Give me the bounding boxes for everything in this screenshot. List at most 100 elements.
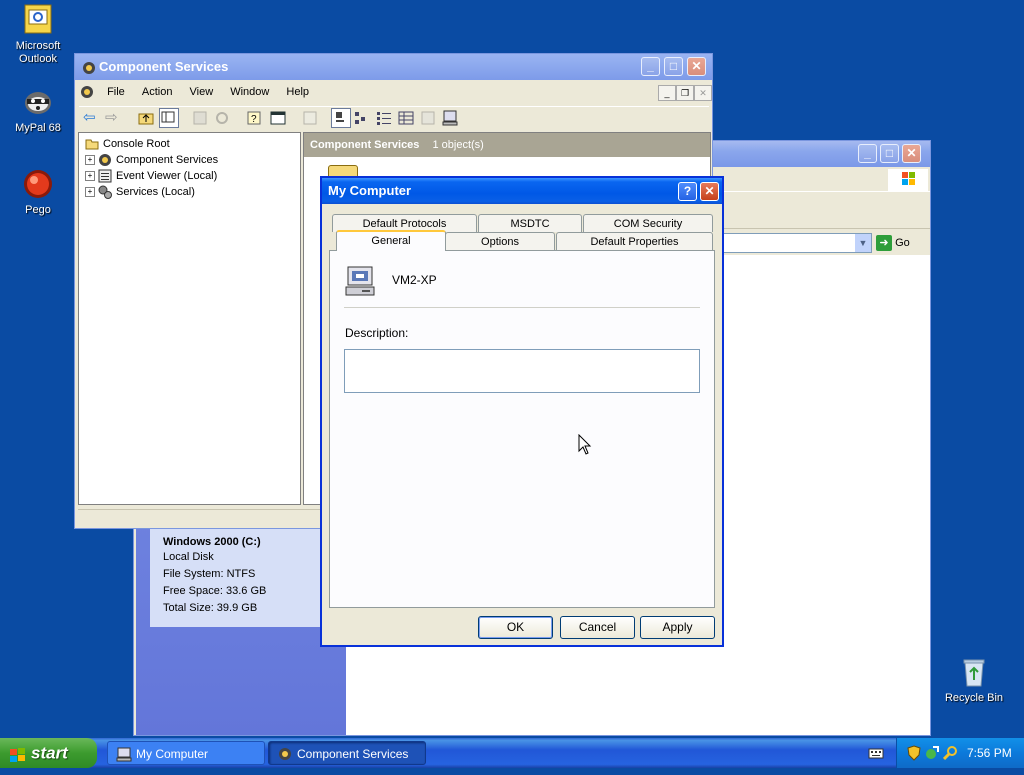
menu-window[interactable]: Window	[223, 82, 276, 102]
properties-disabled-icon[interactable]	[191, 109, 209, 127]
small-icons-view-icon[interactable]	[353, 109, 371, 127]
component-services-titlebar[interactable]: Component Services	[75, 54, 712, 80]
desktop-icon-recycle-bin[interactable]: Recycle Bin	[936, 656, 1012, 705]
gears-icon	[98, 185, 112, 200]
mdi-minimize-button[interactable]: _	[658, 85, 676, 101]
menu-help[interactable]: Help	[279, 82, 316, 102]
menu-file[interactable]: File	[100, 82, 132, 102]
close-button[interactable]: ✕	[687, 57, 706, 76]
component-services-icon	[277, 746, 293, 762]
help-topics-icon[interactable]: ?	[245, 109, 263, 127]
computer-icon[interactable]	[441, 109, 459, 127]
menu-action[interactable]: Action	[135, 82, 180, 102]
general-tab-page: VM2-XP Description:	[329, 250, 715, 608]
tree-item-services[interactable]: + Services (Local)	[85, 184, 195, 200]
desktop-icon-mypal[interactable]: MyPal 68	[0, 86, 76, 135]
desktop-icon-label: Microsoft	[15, 40, 61, 52]
ok-button[interactable]: OK	[478, 616, 553, 639]
raccoon-browser-icon	[22, 86, 54, 118]
drive-total-size: Total Size: 39.9 GB	[163, 602, 258, 614]
mdi-close-button[interactable]: ✕	[694, 85, 712, 101]
expand-icon[interactable]: +	[85, 155, 95, 166]
new-window-icon[interactable]	[269, 109, 287, 127]
tree-pane[interactable]: Console Root + Component Services + Event …	[78, 132, 301, 505]
apply-button[interactable]: Apply	[640, 616, 715, 639]
clock[interactable]: 7:56 PM	[967, 738, 1012, 768]
my-computer-properties-dialog[interactable]: My Computer ? ✕ Default Protocols MSDTC …	[320, 176, 724, 647]
close-button[interactable]: ✕	[902, 144, 921, 163]
drive-type: Local Disk	[163, 551, 214, 563]
tab-com-security[interactable]: COM Security	[583, 214, 713, 232]
dialog-titlebar[interactable]: My Computer	[322, 178, 722, 204]
pego-icon	[22, 168, 54, 200]
description-label: Description:	[345, 326, 409, 340]
mdi-controls: _ ❐ ✕	[658, 85, 712, 101]
desktop-icon-pego[interactable]: Pego	[0, 168, 76, 217]
svg-text:?: ?	[251, 114, 257, 125]
desktop-icon-label: Pego	[25, 204, 51, 216]
separator	[344, 307, 700, 308]
minimize-button[interactable]: _	[858, 144, 877, 163]
tree-item-component-services[interactable]: + Component Services	[85, 152, 218, 168]
address-bar[interactable]: ▼	[722, 233, 872, 253]
chevron-down-icon[interactable]: ▼	[855, 234, 871, 252]
desktop-icon-label: Outlook	[19, 53, 57, 65]
expand-icon[interactable]: +	[85, 171, 95, 182]
drive-name: Windows 2000 (C:)	[163, 536, 261, 548]
results-header: Component Services 1 object(s)	[304, 133, 710, 157]
drive-free-space: Free Space: 33.6 GB	[163, 585, 267, 597]
system-tray: 7:56 PM	[896, 738, 1024, 768]
help-button[interactable]: ?	[678, 182, 697, 201]
tab-default-properties[interactable]: Default Properties	[556, 232, 713, 250]
outlook-icon	[22, 4, 54, 36]
windows-logo-icon	[888, 169, 928, 191]
mdi-restore-button[interactable]: ❐	[676, 85, 694, 101]
dialog-title: My Computer	[328, 183, 412, 198]
menu-bar: File Action View Window Help	[77, 82, 710, 102]
security-shield-icon[interactable]	[906, 745, 922, 761]
windows-flag-icon	[9, 745, 27, 763]
search-icon[interactable]	[942, 745, 959, 761]
minimize-button[interactable]: _	[641, 57, 660, 76]
forward-arrow-icon[interactable]: ⇨	[105, 109, 123, 127]
export-list-disabled-icon[interactable]	[301, 109, 319, 127]
network-icon[interactable]	[924, 745, 940, 761]
go-button[interactable]: ➜ Go	[876, 234, 926, 252]
keyboard-layout-icon[interactable]	[868, 746, 884, 760]
event-viewer-icon	[98, 169, 112, 183]
tab-options[interactable]: Options	[445, 232, 555, 250]
console-menu-icon[interactable]	[77, 82, 97, 102]
tab-msdtc[interactable]: MSDTC	[478, 214, 582, 232]
component-services-icon	[81, 60, 97, 76]
tab-general[interactable]: General	[336, 230, 446, 251]
cancel-button[interactable]: Cancel	[560, 616, 635, 639]
taskbar-button-my-computer[interactable]: My Computer	[107, 741, 265, 765]
desktop-icon-outlook[interactable]: Microsoft Outlook	[0, 4, 76, 66]
large-icons-view-icon[interactable]	[331, 108, 351, 128]
maximize-button[interactable]: □	[880, 144, 899, 163]
refresh-disabled-icon[interactable]	[213, 109, 231, 127]
menu-view[interactable]: View	[183, 82, 221, 102]
close-button[interactable]: ✕	[700, 182, 719, 201]
stop-disabled-icon[interactable]	[419, 109, 437, 127]
detail-view-icon[interactable]	[397, 109, 415, 127]
folder-icon	[85, 137, 99, 151]
description-field[interactable]	[344, 349, 700, 393]
maximize-button[interactable]: □	[664, 57, 683, 76]
computer-name: VM2-XP	[392, 273, 437, 287]
start-button[interactable]: start	[0, 738, 97, 768]
list-view-icon[interactable]	[375, 109, 393, 127]
results-header-count: 1 object(s)	[432, 139, 484, 151]
results-header-title: Component Services	[310, 139, 420, 151]
recycle-bin-icon	[958, 656, 990, 688]
tree-item-console-root[interactable]: Console Root	[85, 136, 170, 152]
back-arrow-icon[interactable]: ⇦	[83, 109, 101, 127]
taskbar-button-component-services[interactable]: Component Services	[268, 741, 426, 765]
window-title: Component Services	[99, 59, 229, 74]
tree-item-event-viewer[interactable]: + Event Viewer (Local)	[85, 168, 217, 184]
up-folder-icon[interactable]	[137, 109, 155, 127]
desktop-icon-label: MyPal 68	[15, 122, 61, 134]
show-hide-tree-icon[interactable]	[159, 108, 179, 128]
computer-icon	[344, 265, 378, 299]
expand-icon[interactable]: +	[85, 187, 95, 198]
